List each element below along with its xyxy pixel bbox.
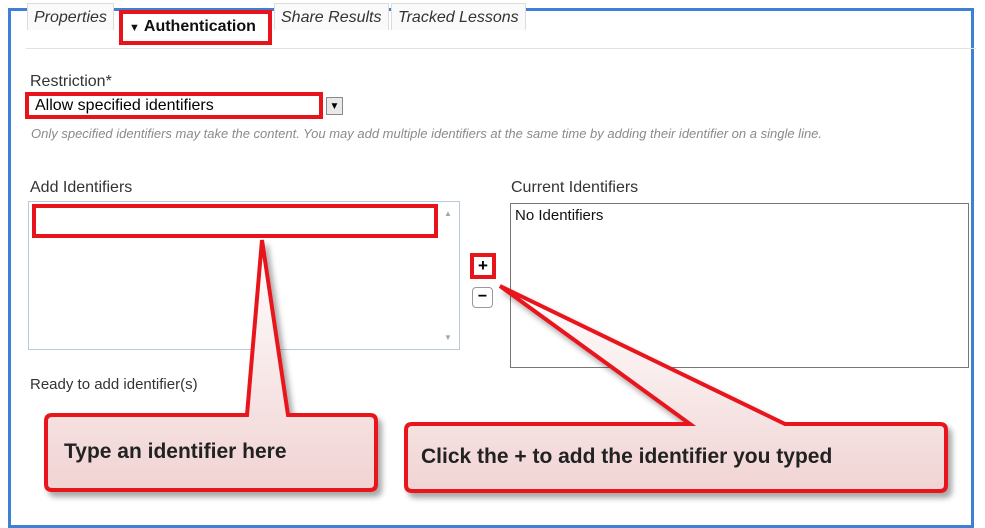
left-callout-text: Type an identifier here (64, 440, 287, 463)
right-callout-text: Click the + to add the identifier you ty… (421, 445, 833, 468)
callout-graphics (44, 239, 948, 493)
